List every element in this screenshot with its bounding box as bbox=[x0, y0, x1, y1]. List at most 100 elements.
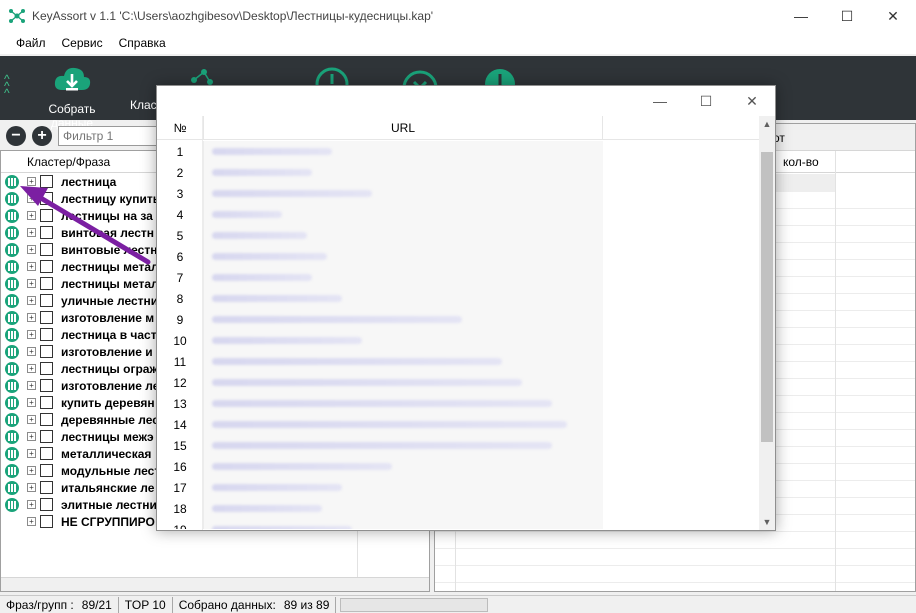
url-row[interactable]: 11 bbox=[157, 351, 760, 372]
row-checkbox[interactable] bbox=[40, 481, 53, 494]
url-row[interactable]: 5 bbox=[157, 225, 760, 246]
row-checkbox[interactable] bbox=[40, 345, 53, 358]
count-column-header[interactable]: кол-во bbox=[783, 155, 819, 169]
url-cell[interactable] bbox=[203, 183, 603, 204]
row-checkbox[interactable] bbox=[40, 515, 53, 528]
url-row[interactable]: 16 bbox=[157, 456, 760, 477]
menu-file[interactable]: Файл bbox=[8, 36, 54, 50]
expand-icon[interactable]: + bbox=[27, 364, 36, 373]
expand-icon[interactable]: + bbox=[27, 466, 36, 475]
row-checkbox[interactable] bbox=[40, 294, 53, 307]
expand-icon[interactable]: + bbox=[27, 296, 36, 305]
maximize-button[interactable]: ☐ bbox=[824, 0, 870, 32]
dialog-vertical-scrollbar[interactable]: ▲ ▼ bbox=[759, 116, 775, 530]
url-cell[interactable] bbox=[203, 519, 603, 529]
cluster-chart-icon[interactable] bbox=[5, 310, 19, 325]
expand-icon[interactable]: + bbox=[27, 381, 36, 390]
url-row[interactable]: 6 bbox=[157, 246, 760, 267]
horizontal-scrollbar[interactable] bbox=[1, 577, 429, 591]
scroll-down-icon[interactable]: ▼ bbox=[759, 514, 775, 530]
add-filter-button[interactable]: + bbox=[32, 126, 52, 146]
url-cell[interactable] bbox=[203, 435, 603, 456]
url-cell[interactable] bbox=[203, 246, 603, 267]
expand-icon[interactable]: + bbox=[27, 398, 36, 407]
scroll-thumb[interactable] bbox=[761, 152, 773, 442]
cluster-chart-icon[interactable] bbox=[5, 515, 19, 529]
number-column-header[interactable]: № bbox=[157, 116, 203, 140]
url-cell[interactable] bbox=[203, 204, 603, 225]
dialog-minimize-button[interactable]: — bbox=[637, 86, 683, 116]
dialog-maximize-button[interactable]: ☐ bbox=[683, 86, 729, 116]
url-cell[interactable] bbox=[203, 456, 603, 477]
url-row[interactable]: 7 bbox=[157, 267, 760, 288]
minimize-button[interactable]: — bbox=[778, 0, 824, 32]
expand-icon[interactable]: + bbox=[27, 245, 36, 254]
expand-icon[interactable]: + bbox=[27, 432, 36, 441]
url-cell[interactable] bbox=[203, 498, 603, 519]
cluster-chart-icon[interactable] bbox=[5, 174, 19, 189]
url-row[interactable]: 14 bbox=[157, 414, 760, 435]
expand-icon[interactable]: + bbox=[27, 228, 36, 237]
cluster-chart-icon[interactable] bbox=[5, 276, 19, 291]
url-cell[interactable] bbox=[203, 141, 603, 162]
cluster-chart-icon[interactable] bbox=[5, 412, 19, 427]
url-cell[interactable] bbox=[203, 267, 603, 288]
scroll-up-icon[interactable]: ▲ bbox=[759, 116, 775, 132]
cluster-chart-icon[interactable] bbox=[5, 344, 19, 359]
row-checkbox[interactable] bbox=[40, 277, 53, 290]
url-row[interactable]: 4 bbox=[157, 204, 760, 225]
url-cell[interactable] bbox=[203, 225, 603, 246]
cluster-chart-icon[interactable] bbox=[5, 242, 19, 257]
url-row[interactable]: 2 bbox=[157, 162, 760, 183]
row-checkbox[interactable] bbox=[40, 464, 53, 477]
url-cell[interactable] bbox=[203, 309, 603, 330]
url-row[interactable]: 3 bbox=[157, 183, 760, 204]
url-row[interactable]: 12 bbox=[157, 372, 760, 393]
remove-filter-button[interactable]: − bbox=[6, 126, 26, 146]
url-cell[interactable] bbox=[203, 372, 603, 393]
row-checkbox[interactable] bbox=[40, 413, 53, 426]
cluster-chart-icon[interactable] bbox=[5, 208, 19, 223]
expand-icon[interactable]: + bbox=[27, 262, 36, 271]
expand-icon[interactable]: + bbox=[27, 279, 36, 288]
cluster-chart-icon[interactable] bbox=[5, 191, 19, 206]
expand-icon[interactable]: + bbox=[27, 211, 36, 220]
expand-icon[interactable]: + bbox=[27, 194, 36, 203]
cluster-chart-icon[interactable] bbox=[5, 378, 19, 393]
row-checkbox[interactable] bbox=[40, 430, 53, 443]
menu-service[interactable]: Сервис bbox=[54, 36, 111, 50]
cluster-chart-icon[interactable] bbox=[5, 361, 19, 376]
cluster-chart-icon[interactable] bbox=[5, 429, 19, 444]
url-row[interactable]: 15 bbox=[157, 435, 760, 456]
cluster-chart-icon[interactable] bbox=[5, 480, 19, 495]
row-checkbox[interactable] bbox=[40, 175, 53, 188]
cluster-chart-icon[interactable] bbox=[5, 463, 19, 478]
url-row[interactable]: 9 bbox=[157, 309, 760, 330]
row-checkbox[interactable] bbox=[40, 328, 53, 341]
row-checkbox[interactable] bbox=[40, 243, 53, 256]
url-cell[interactable] bbox=[203, 393, 603, 414]
url-row[interactable]: 1 bbox=[157, 141, 760, 162]
cluster-chart-icon[interactable] bbox=[5, 327, 19, 342]
row-checkbox[interactable] bbox=[40, 260, 53, 273]
row-checkbox[interactable] bbox=[40, 396, 53, 409]
url-row[interactable]: 10 bbox=[157, 330, 760, 351]
expand-icon[interactable]: + bbox=[27, 517, 36, 526]
url-column-header[interactable]: URL bbox=[203, 116, 603, 140]
expand-icon[interactable]: + bbox=[27, 483, 36, 492]
expand-icon[interactable]: + bbox=[27, 415, 36, 424]
cluster-chart-icon[interactable] bbox=[5, 293, 19, 308]
url-row[interactable]: 8 bbox=[157, 288, 760, 309]
row-checkbox[interactable] bbox=[40, 498, 53, 511]
cluster-chart-icon[interactable] bbox=[5, 497, 19, 512]
row-checkbox[interactable] bbox=[40, 379, 53, 392]
url-cell[interactable] bbox=[203, 477, 603, 498]
expand-icon[interactable]: + bbox=[27, 330, 36, 339]
url-cell[interactable] bbox=[203, 162, 603, 183]
expand-icon[interactable]: + bbox=[27, 347, 36, 356]
row-checkbox[interactable] bbox=[40, 447, 53, 460]
cluster-chart-icon[interactable] bbox=[5, 225, 19, 240]
url-cell[interactable] bbox=[203, 414, 603, 435]
url-cell[interactable] bbox=[203, 351, 603, 372]
url-cell[interactable] bbox=[203, 288, 603, 309]
